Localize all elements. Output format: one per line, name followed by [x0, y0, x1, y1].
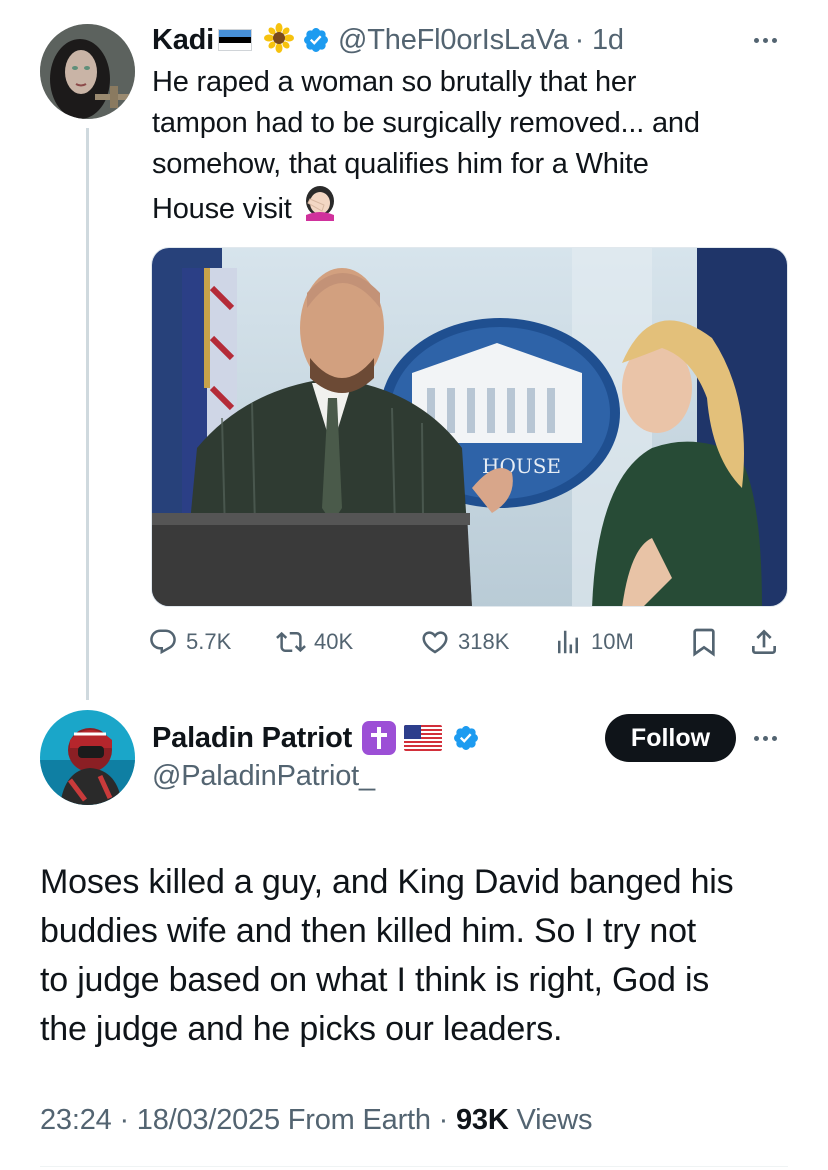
like-button[interactable]: 318K — [420, 620, 509, 664]
more-options-icon[interactable] — [754, 736, 777, 741]
author-name[interactable]: Kadi — [152, 24, 214, 57]
retweet-icon — [276, 631, 306, 653]
verified-badge-icon — [304, 28, 329, 52]
tweet-actions-bar: 5.7K 40K 318K 10M — [148, 620, 788, 664]
more-options-icon[interactable] — [754, 38, 777, 43]
tweet-header: Kadi @TheFl0orIsLaVa · 1d — [152, 20, 624, 60]
facepalm-emoji-icon — [300, 185, 340, 233]
share-button[interactable] — [748, 620, 780, 664]
tweet-media-photo[interactable]: HOUSE — [151, 247, 788, 607]
cross-icon — [362, 721, 397, 755]
post-views-count: 93K — [456, 1104, 509, 1136]
retweet-button[interactable]: 40K — [276, 620, 353, 664]
bookmark-icon — [693, 628, 715, 657]
post-source: From Earth — [287, 1104, 431, 1136]
verified-badge-icon — [454, 726, 479, 750]
views-chart-icon — [558, 630, 578, 654]
reply-text-line: to judge based on what I think is right,… — [40, 961, 710, 999]
estonia-flag-icon — [218, 29, 253, 51]
retweet-count: 40K — [314, 629, 354, 654]
tweet-text-line: tampon had to be surgically removed... a… — [152, 107, 700, 139]
tweet-text-line: somehow, that qualifies him for a White — [152, 148, 649, 180]
reply-header: Paladin Patriot — [152, 718, 480, 758]
reply-author-avatar[interactable] — [40, 710, 135, 805]
share-icon — [752, 629, 776, 654]
reply-icon — [150, 629, 176, 655]
reply-count: 5.7K — [186, 629, 232, 654]
post-time[interactable]: 23:24 — [40, 1104, 112, 1136]
reply-text-line: Moses killed a guy, and King David bange… — [40, 863, 734, 901]
thread-connector-line — [86, 128, 89, 700]
post-views-label: Views — [516, 1104, 593, 1136]
follow-button[interactable]: Follow — [605, 714, 736, 762]
views-count: 10M — [591, 629, 634, 654]
tweet-text-line: House visit — [152, 192, 292, 225]
heart-icon — [422, 631, 448, 654]
views-button[interactable]: 10M — [553, 620, 634, 664]
tweet-time[interactable]: · 1d — [575, 24, 624, 57]
bookmark-button[interactable] — [688, 620, 720, 664]
author-avatar[interactable] — [40, 24, 135, 119]
reply-text: Moses killed a guy, and King David bange… — [40, 858, 800, 1054]
post-date[interactable]: 18/03/2025 — [137, 1104, 280, 1136]
us-flag-icon — [404, 725, 443, 751]
tweet-text-line: He raped a woman so brutally that her — [152, 66, 637, 98]
reply-meta: 23:24 · 18/03/2025 From Earth · 93K View… — [40, 1104, 593, 1136]
tweet-text: He raped a woman so brutally that her ta… — [152, 62, 792, 233]
reply-button[interactable]: 5.7K — [148, 620, 231, 664]
reply-author-handle[interactable]: @PaladinPatriot_ — [152, 760, 375, 793]
reply-author-name[interactable]: Paladin Patriot — [152, 722, 352, 755]
reply-text-line: buddies wife and then killed him. So I t… — [40, 912, 697, 950]
divider — [40, 1166, 788, 1167]
reply-text-line: the judge and he picks our leaders. — [40, 1010, 563, 1048]
sunflower-icon — [264, 22, 295, 58]
like-count: 318K — [458, 629, 510, 654]
author-handle[interactable]: @TheFl0orIsLaVa — [338, 24, 569, 57]
